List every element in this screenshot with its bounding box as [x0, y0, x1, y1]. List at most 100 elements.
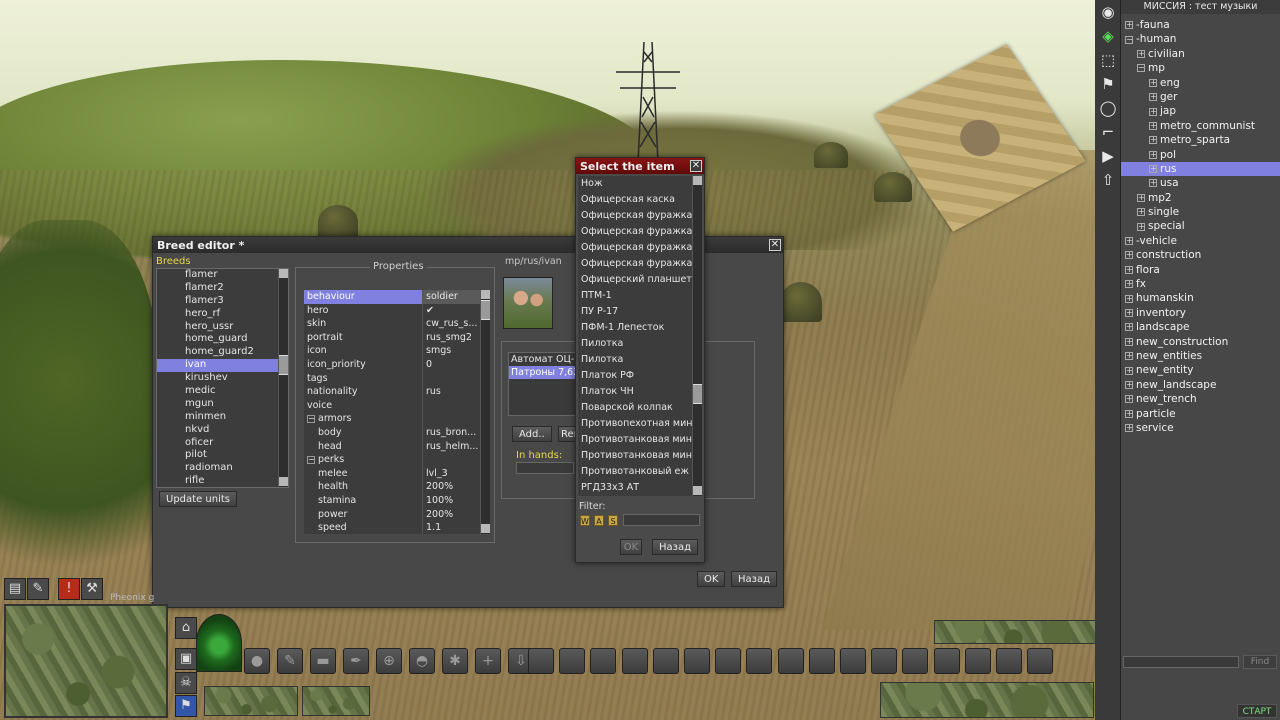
- property-row[interactable]: health 200%: [304, 480, 480, 494]
- property-row[interactable]: tags: [304, 371, 480, 386]
- repair-icon[interactable]: ✱: [442, 648, 468, 674]
- property-value[interactable]: 1.1: [423, 521, 480, 534]
- expand-icon[interactable]: +: [1137, 208, 1145, 217]
- tree-node[interactable]: + pol: [1121, 148, 1280, 162]
- tree-node[interactable]: − mp: [1121, 61, 1280, 75]
- tree-node[interactable]: + -fauna: [1121, 18, 1280, 32]
- select-item-row[interactable]: Противотанковая мина: [578, 448, 692, 464]
- items-scrollbar[interactable]: [692, 176, 702, 496]
- pencil-icon[interactable]: ✎: [27, 578, 49, 600]
- cube-icon[interactable]: ◈: [1098, 27, 1118, 45]
- map-icon[interactable]: ▤: [4, 578, 26, 600]
- wrench-icon[interactable]: ⚒: [81, 578, 103, 600]
- empty-slot[interactable]: [1027, 648, 1054, 674]
- expand-icon[interactable]: +: [1149, 150, 1157, 159]
- select-item-row[interactable]: Офицерская фуражка: [578, 208, 692, 224]
- breed-item[interactable]: mgun: [157, 398, 288, 411]
- breed-item[interactable]: minmen: [157, 411, 288, 424]
- breed-item[interactable]: medic: [157, 385, 288, 398]
- close-icon[interactable]: ✕: [769, 239, 781, 251]
- expand-icon[interactable]: +: [1149, 136, 1157, 145]
- empty-slot[interactable]: [746, 648, 773, 674]
- select-item-row[interactable]: ПУ Р-17: [578, 304, 692, 320]
- property-row[interactable]: body rus_bron...: [304, 425, 480, 440]
- expand-icon[interactable]: +: [1125, 352, 1133, 361]
- tree-node[interactable]: + new_trench: [1121, 392, 1280, 406]
- select-item-row[interactable]: Офицерская фуражка: [578, 240, 692, 256]
- property-row[interactable]: − armors: [304, 412, 480, 426]
- expand-icon[interactable]: +: [1149, 93, 1157, 102]
- property-row[interactable]: icon_priority 0: [304, 357, 480, 372]
- empty-slot[interactable]: [715, 648, 742, 674]
- property-value[interactable]: [423, 453, 480, 467]
- breed-item[interactable]: flamer2: [157, 282, 288, 295]
- expand-icon[interactable]: +: [1137, 222, 1145, 231]
- arrow-up-icon[interactable]: ⇧: [1098, 171, 1118, 189]
- property-row[interactable]: behaviour soldier: [304, 290, 480, 304]
- select-item-row[interactable]: Платок РФ: [578, 368, 692, 384]
- tree-node[interactable]: + humanskin: [1121, 291, 1280, 305]
- back-button[interactable]: Назад: [731, 571, 778, 587]
- empty-slot[interactable]: [777, 648, 804, 674]
- circle-icon[interactable]: ◯: [1098, 99, 1118, 117]
- tree-node[interactable]: + single: [1121, 205, 1280, 219]
- empty-slot[interactable]: [840, 648, 866, 674]
- empty-slot[interactable]: [684, 648, 710, 674]
- items-list[interactable]: Нож Офицерская каска Офицерская фуражка Офи…: [578, 176, 692, 496]
- tree-node[interactable]: + new_entities: [1121, 349, 1280, 363]
- select-item-row[interactable]: Пилотка: [578, 352, 692, 368]
- camera-icon[interactable]: ▶: [1098, 147, 1118, 165]
- empty-slot[interactable]: [652, 648, 679, 674]
- breed-item[interactable]: ivan: [157, 359, 288, 373]
- property-value[interactable]: [423, 412, 480, 426]
- expand-icon[interactable]: +: [1125, 366, 1133, 375]
- select-item-row[interactable]: ПТМ-1: [578, 288, 692, 304]
- expand-icon[interactable]: +: [1125, 294, 1133, 303]
- flag-icon[interactable]: ⚑: [1098, 75, 1118, 93]
- breeds-list[interactable]: flamer flamer2 flamer3 hero_rf hero_ussr home…: [156, 268, 289, 488]
- select-item-row[interactable]: Противотанковый еж: [578, 464, 692, 480]
- property-row[interactable]: power 200%: [304, 507, 480, 522]
- expand-icon[interactable]: +: [1125, 265, 1133, 274]
- eye-icon[interactable]: ◉: [1098, 3, 1118, 21]
- property-row[interactable]: skin cw_rus_s...: [304, 317, 480, 331]
- expand-icon[interactable]: +: [1125, 337, 1133, 346]
- tree-node[interactable]: + particle: [1121, 407, 1280, 421]
- alert-icon[interactable]: !: [58, 578, 80, 600]
- add-button[interactable]: Add..: [512, 426, 552, 442]
- tree-node[interactable]: + fx: [1121, 277, 1280, 291]
- property-row[interactable]: stamina 100%: [304, 493, 480, 508]
- tree-node[interactable]: + metro_communist: [1121, 119, 1280, 133]
- tree-node[interactable]: + jap: [1121, 104, 1280, 118]
- breed-item[interactable]: flamer: [157, 269, 288, 282]
- empty-slot[interactable]: [590, 648, 617, 674]
- properties-scrollbar[interactable]: [480, 290, 490, 534]
- property-value[interactable]: smgs: [423, 344, 480, 358]
- collapse-toggle-icon[interactable]: −: [307, 456, 315, 465]
- property-value[interactable]: rus_smg2: [423, 331, 480, 345]
- grenade-icon[interactable]: ●: [244, 648, 270, 674]
- property-value[interactable]: 100%: [423, 494, 480, 508]
- property-value[interactable]: 0: [423, 358, 480, 372]
- tree-node[interactable]: + inventory: [1121, 306, 1280, 320]
- expand-icon[interactable]: +: [1125, 237, 1133, 246]
- property-row[interactable]: nationality rus: [304, 385, 480, 399]
- select-item-row[interactable]: Платок ЧН: [578, 384, 692, 400]
- breed-item[interactable]: kirushev: [157, 372, 288, 385]
- breed-item[interactable]: pilot: [157, 449, 288, 462]
- expand-icon[interactable]: +: [1125, 323, 1133, 332]
- property-row[interactable]: − perks: [304, 453, 480, 467]
- select-item-row[interactable]: Противопехотная мина: [578, 416, 692, 432]
- select-item-row[interactable]: Офицерский планшет I: [578, 272, 692, 288]
- tree-node[interactable]: + metro_sparta: [1121, 133, 1280, 147]
- empty-slot[interactable]: [559, 648, 586, 674]
- knife-icon[interactable]: ▬: [310, 648, 336, 674]
- property-value[interactable]: 200%: [423, 508, 480, 522]
- back-button[interactable]: Назад: [652, 539, 699, 555]
- breed-item[interactable]: flamer3: [157, 295, 288, 308]
- breed-item[interactable]: nkvd: [157, 424, 288, 437]
- helmet-icon[interactable]: ◓: [409, 648, 435, 674]
- select-item-row[interactable]: ПФМ-1 Лепесток: [578, 320, 692, 336]
- tree-node[interactable]: + usa: [1121, 176, 1280, 190]
- select-item-row[interactable]: РГД33х3 АТ: [578, 480, 692, 496]
